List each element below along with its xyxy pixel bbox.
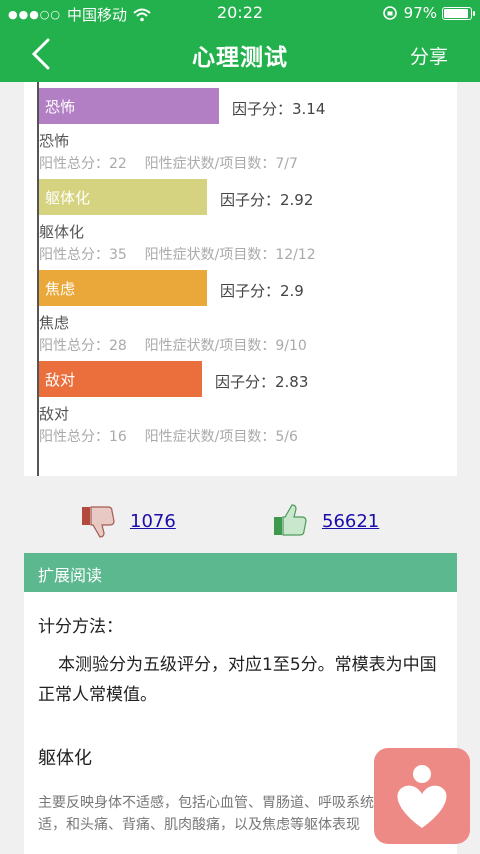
factor-score: 因子分：2.9 xyxy=(220,282,304,300)
factor-stats: 阳性总分：22 阳性症状数/项目数：7/7 xyxy=(39,156,298,172)
dislike-count[interactable]: 1076 xyxy=(130,511,176,532)
factor-name: 恐怖 xyxy=(39,132,70,150)
factor-score: 因子分：3.14 xyxy=(232,100,326,118)
nav-bar: 心理测试 分享 xyxy=(0,26,480,82)
factor-score: 因子分：2.83 xyxy=(215,373,309,391)
factor-bar-label: 躯体化 xyxy=(45,189,91,207)
dislike-button[interactable]: 1076 xyxy=(80,503,176,539)
page-title: 心理测试 xyxy=(192,45,288,71)
floating-heart-button[interactable] xyxy=(374,748,470,844)
factor-bar: 焦虑 xyxy=(39,270,207,306)
factor-name: 敌对 xyxy=(39,405,70,423)
extended-reading-header: 扩展阅读 xyxy=(24,553,457,592)
factor-stats: 阳性总分：28 阳性症状数/项目数：9/10 xyxy=(39,338,307,354)
scoring-text: 本测验分为五级评分，对应1至5分。常模表为中国正常人常模值。 xyxy=(38,655,437,705)
factor-score: 因子分：2.92 xyxy=(220,191,314,209)
orientation-lock-icon xyxy=(382,6,397,20)
factor-bar: 恐怖 xyxy=(39,88,219,124)
section-title: 躯体化 xyxy=(38,748,92,769)
factor-name: 焦虑 xyxy=(39,314,70,332)
factor-stats: 阳性总分：35 阳性症状数/项目数：12/12 xyxy=(39,247,316,263)
scoring-title: 计分方法： xyxy=(38,617,123,637)
thumbs-down-icon xyxy=(82,506,115,538)
status-right: 97% xyxy=(382,4,475,22)
factor-bar-label: 焦虑 xyxy=(45,280,76,298)
section-text: 主要反映身体不适感，包括心血管、胃肠道、呼吸系统的不适，和头痛、背痛、肌肉酸痛，… xyxy=(38,795,402,833)
battery-icon xyxy=(442,6,475,20)
factor-stats: 阳性总分：16 阳性症状数/项目数：5/6 xyxy=(39,429,298,445)
like-button[interactable]: 56621 xyxy=(272,503,379,539)
factor-bar: 躯体化 xyxy=(39,179,207,215)
factor-chart: 恐怖 因子分：3.14 恐怖 阳性总分：22 阳性症状数/项目数：7/7 躯体化… xyxy=(24,82,457,476)
factor-name: 躯体化 xyxy=(39,223,85,241)
status-bar: ●●●○○ 中国移动 20:22 97% xyxy=(0,0,480,26)
factor-bar: 敌对 xyxy=(39,361,202,397)
battery-percent: 97% xyxy=(403,4,437,22)
factor-bar-label: 敌对 xyxy=(45,371,76,389)
factor-bar-label: 恐怖 xyxy=(45,98,76,116)
vote-bar: 1076 56621 xyxy=(0,498,480,548)
share-button[interactable]: 分享 xyxy=(410,42,448,69)
thumbs-up-icon xyxy=(274,504,307,536)
like-count[interactable]: 56621 xyxy=(322,511,379,532)
heart-person-icon xyxy=(397,765,447,828)
